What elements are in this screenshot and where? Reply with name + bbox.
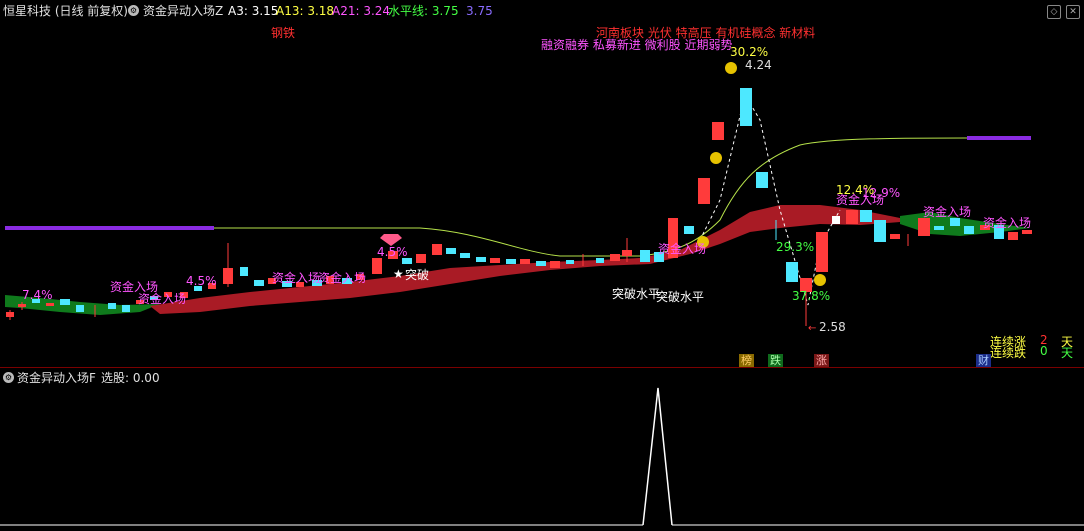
consecutive-down-unit: 天: [1061, 346, 1074, 360]
arrow-left-icon: ←: [808, 323, 816, 334]
sector-tag: 钢铁: [271, 26, 296, 40]
marker-badge[interactable]: 财: [976, 354, 991, 368]
high-price-label: 4.24: [745, 58, 772, 72]
consecutive-down-label: 连续跌: [990, 346, 1027, 360]
fund-entry-label: 资金入场: [272, 271, 321, 285]
pct-label-5: 37.8%: [792, 289, 831, 303]
breakout-level-label-2: 突破水平: [656, 290, 705, 304]
pct-label-top: 30.2%: [730, 45, 769, 59]
fund-entry-label: 资金入场: [138, 292, 187, 306]
sub-panel-header: ⚙ 资金异动入场F 选股: 0.00: [0, 368, 1084, 388]
sub-indicator-settings-icon[interactable]: ⚙: [3, 372, 14, 383]
star-icon: ★: [393, 267, 404, 281]
fund-entry-label: 资金入场: [923, 205, 972, 219]
concept-tags-2: 融资融券 私募新进 微利股 近期弱势: [541, 38, 733, 52]
fund-entry-label: 资金入场: [983, 216, 1032, 230]
low-price-label: 2.58: [819, 320, 846, 334]
candlestick-chart[interactable]: ★ ←: [0, 0, 1084, 368]
breakout-label: 突破: [405, 268, 430, 282]
select-value: 选股: 0.00: [101, 371, 160, 385]
breakout-level-label-1: 突破水平: [612, 287, 661, 301]
consecutive-down-count: 0: [1040, 344, 1048, 358]
marker-badge[interactable]: 榜: [739, 354, 754, 368]
pct-label-4: 29.3%: [776, 240, 815, 254]
pct-label-left: 7.4%: [22, 288, 53, 302]
pct-label-2: 4.5%: [186, 274, 217, 288]
fund-entry-label: 资金入场: [658, 242, 707, 256]
fund-entry-label: 资金入场: [836, 193, 885, 207]
sub-indicator-name[interactable]: 资金异动入场F: [17, 368, 96, 388]
fund-entry-label: 资金入场: [318, 271, 367, 285]
marker-badge[interactable]: 跌: [768, 354, 783, 368]
marker-badge[interactable]: 涨: [814, 354, 829, 368]
pct-label-3: 4.5%: [377, 245, 408, 259]
